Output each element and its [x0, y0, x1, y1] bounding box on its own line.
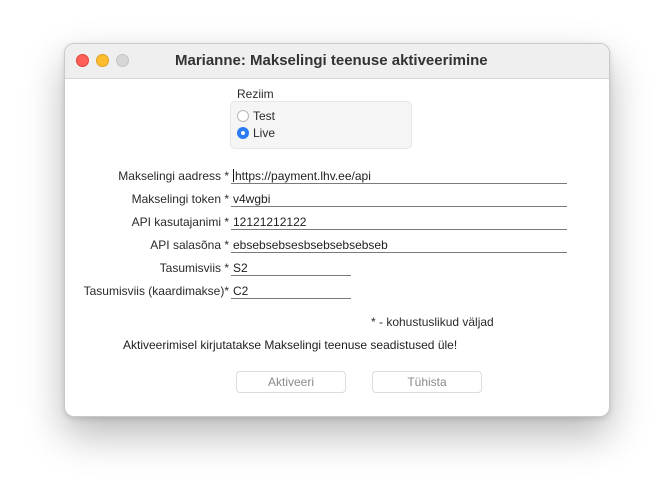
dialog-window: Marianne: Makselingi teenuse aktiveerimi… [64, 43, 610, 417]
card-payment-method-label: Tasumisviis (kaardimakse)* [83, 284, 229, 298]
activate-button[interactable]: Aktiveeri [236, 371, 346, 393]
payment-link-address-value: https://payment.lhv.ee/api [235, 169, 371, 183]
cancel-button[interactable]: Tühista [372, 371, 482, 393]
api-username-label: API kasutajanimi * [131, 215, 229, 229]
mode-option-test-label: Test [253, 109, 276, 123]
required-fields-note: * - kohustuslikud väljad [371, 315, 494, 329]
mode-option-live-label: Live [253, 126, 276, 140]
payment-link-address-label: Makselingi aadress * [118, 169, 229, 183]
payment-method-input[interactable]: S2 [231, 260, 351, 276]
radio-test-icon[interactable] [237, 110, 249, 122]
api-password-label: API salasõna * [150, 238, 229, 252]
text-caret [233, 169, 234, 182]
close-window-button[interactable] [76, 54, 89, 67]
overwrite-warning: Aktiveerimisel kirjutatakse Makselingi t… [123, 338, 458, 352]
api-password-input[interactable]: ebsebsebsesbsebsebsebseb [231, 237, 567, 253]
payment-method-label: Tasumisviis * [159, 261, 229, 275]
mode-option-test[interactable]: Test [237, 108, 275, 124]
minimize-window-button[interactable] [96, 54, 109, 67]
payment-link-token-label: Makselingi token * [131, 192, 229, 206]
radio-live-selected-icon[interactable] [237, 127, 249, 139]
mode-option-live[interactable]: Live [237, 125, 275, 141]
window-title: Marianne: Makselingi teenuse aktiveerimi… [175, 52, 488, 69]
card-payment-method-input[interactable]: C2 [231, 283, 351, 299]
mode-radio-group: Test Live [230, 101, 412, 149]
mode-group-label: Reziim [237, 87, 274, 101]
zoom-window-button [116, 54, 129, 67]
payment-link-token-input[interactable]: v4wgbi [231, 191, 567, 207]
api-username-input[interactable]: 12121212122 [231, 214, 567, 230]
payment-link-address-input[interactable]: https://payment.lhv.ee/api [231, 168, 567, 184]
title-bar: Marianne: Makselingi teenuse aktiveerimi… [65, 44, 609, 79]
